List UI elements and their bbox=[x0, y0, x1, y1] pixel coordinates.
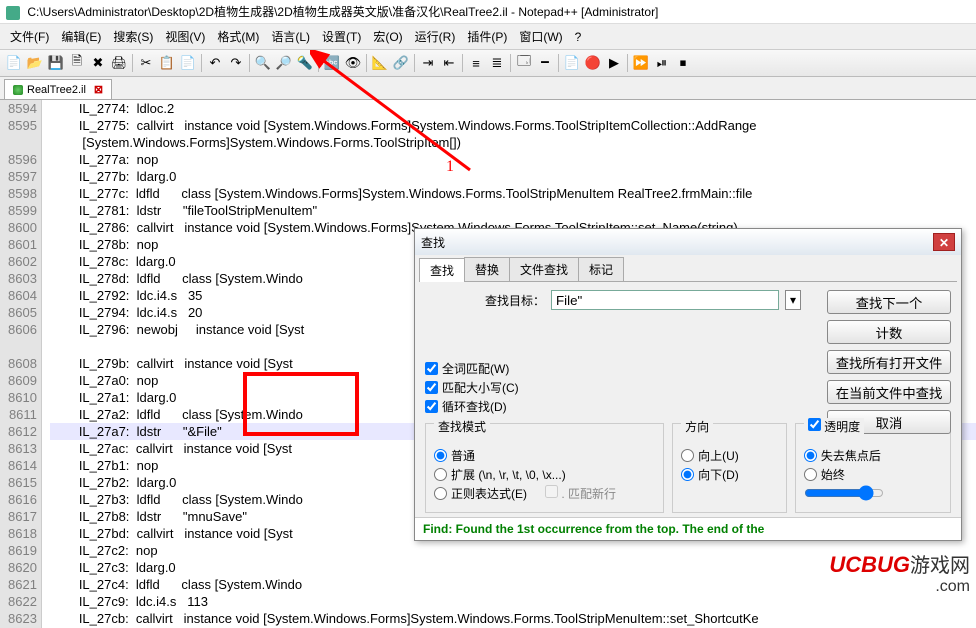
wrap-checkbox[interactable]: 循环查找(D) bbox=[425, 398, 801, 415]
tab-bar: RealTree2.il ⊠ bbox=[0, 77, 976, 100]
toolbar-button[interactable]: 🔴 bbox=[583, 53, 603, 73]
toolbar-button[interactable]: ⏩ bbox=[631, 53, 651, 73]
dir-down-radio[interactable]: 向下(D) bbox=[681, 466, 778, 483]
toolbar-button[interactable]: 📂 bbox=[25, 53, 45, 73]
file-tab[interactable]: RealTree2.il ⊠ bbox=[4, 79, 112, 99]
transparency-slider[interactable] bbox=[804, 485, 884, 501]
toolbar-button[interactable]: 📄 bbox=[178, 53, 198, 73]
file-icon bbox=[13, 85, 23, 95]
dir-up-radio[interactable]: 向上(U) bbox=[681, 447, 778, 464]
toolbar-button[interactable]: 🗕 bbox=[535, 53, 555, 73]
find-buttons: 查找下一个 计数 查找所有打开文件 在当前文件中查找 取消 bbox=[827, 290, 951, 434]
mode-normal-radio[interactable]: 普通 bbox=[434, 447, 655, 464]
find-dialog-titlebar[interactable]: 查找 ✕ bbox=[415, 229, 961, 255]
find-tab[interactable]: 替换 bbox=[464, 257, 510, 281]
toolbar-button[interactable]: ⇤ bbox=[439, 53, 459, 73]
find-body: 查找目标： ▾ 查找下一个 计数 查找所有打开文件 在当前文件中查找 取消 全词… bbox=[415, 282, 961, 517]
trans-lose-focus-radio[interactable]: 失去焦点后 bbox=[804, 447, 942, 464]
find-next-button[interactable]: 查找下一个 bbox=[827, 290, 951, 314]
toolbar-button[interactable]: ↶ bbox=[205, 53, 225, 73]
find-tab[interactable]: 标记 bbox=[578, 257, 624, 281]
menu-item[interactable]: 宏(O) bbox=[367, 26, 408, 47]
toolbar-button[interactable]: ⇥ bbox=[418, 53, 438, 73]
toolbar-button[interactable]: ✂ bbox=[136, 53, 156, 73]
find-all-current-button[interactable]: 在当前文件中查找 bbox=[827, 380, 951, 404]
toolbar-button[interactable]: 📋 bbox=[157, 53, 177, 73]
find-tabs: 查找替换文件查找标记 bbox=[419, 257, 957, 282]
menu-item[interactable]: 插件(P) bbox=[461, 26, 513, 47]
find-dialog: 查找 ✕ 查找替换文件查找标记 查找目标： ▾ 查找下一个 计数 查找所有打开文… bbox=[414, 228, 962, 541]
toolbar-button[interactable]: ▶ bbox=[604, 53, 624, 73]
match-case-checkbox[interactable]: 匹配大小写(C) bbox=[425, 379, 801, 396]
line-number-gutter: 85948595 8596859785988599860086018602860… bbox=[0, 100, 42, 628]
file-tab-name: RealTree2.il bbox=[27, 84, 86, 96]
menu-item[interactable]: ? bbox=[569, 28, 588, 46]
toolbar-button[interactable]: 🔦 bbox=[295, 53, 315, 73]
toolbar-button[interactable]: 📄 bbox=[4, 53, 24, 73]
mode-extended-radio[interactable]: 扩展 (\n, \r, \t, \0, \x...) bbox=[434, 466, 655, 483]
menu-item[interactable]: 视图(V) bbox=[159, 26, 211, 47]
toolbar-button[interactable]: 🖨 bbox=[109, 53, 129, 73]
window-title: C:\Users\Administrator\Desktop\2D植物生成器\2… bbox=[27, 5, 658, 19]
menu-item[interactable]: 语言(L) bbox=[265, 26, 316, 47]
mode-regex-radio[interactable]: 正则表达式(E) . 匹配新行 bbox=[434, 485, 655, 502]
whole-word-checkbox[interactable]: 全词匹配(W) bbox=[425, 360, 801, 377]
toolbar-button[interactable]: 🔤 bbox=[322, 53, 342, 73]
window-title-bar: C:\Users\Administrator\Desktop\2D植物生成器\2… bbox=[0, 0, 976, 24]
find-target-label: 查找目标： bbox=[485, 292, 545, 309]
menu-item[interactable]: 运行(R) bbox=[409, 26, 462, 47]
menu-item[interactable]: 文件(F) bbox=[4, 26, 55, 47]
menu-item[interactable]: 窗口(W) bbox=[513, 26, 568, 47]
menu-item[interactable]: 设置(T) bbox=[316, 26, 367, 47]
toolbar-button[interactable]: 💾 bbox=[46, 53, 66, 73]
direction-group: 方向 向上(U) 向下(D) bbox=[672, 423, 787, 513]
toolbar-button[interactable]: ✖ bbox=[88, 53, 108, 73]
find-dialog-title: 查找 bbox=[421, 234, 933, 251]
toolbar: 📄📂💾🗎✖🖨✂📋📄↶↷🔍🔎🔦🔤👁📐🔗⇥⇤≡≣🗔🗕📄🔴▶⏩⏯⏹ bbox=[0, 50, 976, 77]
trans-always-radio[interactable]: 始终 bbox=[804, 466, 942, 483]
toolbar-button[interactable]: ⏹ bbox=[673, 53, 693, 73]
toolbar-button[interactable]: 📄 bbox=[562, 53, 582, 73]
search-mode-group: 查找模式 普通 扩展 (\n, \r, \t, \0, \x...) 正则表达式… bbox=[425, 423, 664, 513]
find-status: Find: Found the 1st occurrence from the … bbox=[415, 517, 961, 540]
toolbar-button[interactable]: 📐 bbox=[370, 53, 390, 73]
toolbar-button[interactable]: ≣ bbox=[487, 53, 507, 73]
toolbar-button[interactable]: 👁 bbox=[343, 53, 363, 73]
close-icon[interactable]: ⊠ bbox=[94, 83, 103, 96]
toolbar-button[interactable]: 🔍 bbox=[253, 53, 273, 73]
count-button[interactable]: 计数 bbox=[827, 320, 951, 344]
find-target-input[interactable] bbox=[551, 290, 779, 310]
transparency-checkbox[interactable] bbox=[808, 418, 821, 431]
dropdown-icon[interactable]: ▾ bbox=[785, 290, 801, 310]
find-tab[interactable]: 查找 bbox=[419, 258, 465, 282]
toolbar-button[interactable]: ≡ bbox=[466, 53, 486, 73]
find-all-open-button[interactable]: 查找所有打开文件 bbox=[827, 350, 951, 374]
toolbar-button[interactable]: 🔎 bbox=[274, 53, 294, 73]
transparency-group: 透明度 失去焦点后 始终 bbox=[795, 423, 951, 513]
toolbar-button[interactable]: ⏯ bbox=[652, 53, 672, 73]
toolbar-button[interactable]: 🗎 bbox=[67, 53, 87, 73]
toolbar-button[interactable]: ↷ bbox=[226, 53, 246, 73]
find-tab[interactable]: 文件查找 bbox=[509, 257, 579, 281]
close-icon[interactable]: ✕ bbox=[933, 233, 955, 251]
menu-item[interactable]: 编辑(E) bbox=[55, 26, 107, 47]
menu-bar: 文件(F)编辑(E)搜索(S)视图(V)格式(M)语言(L)设置(T)宏(O)运… bbox=[0, 24, 976, 50]
app-icon bbox=[6, 6, 20, 20]
watermark: UCBUG游戏网 .com bbox=[829, 549, 970, 596]
menu-item[interactable]: 格式(M) bbox=[211, 26, 265, 47]
menu-item[interactable]: 搜索(S) bbox=[107, 26, 159, 47]
toolbar-button[interactable]: 🔗 bbox=[391, 53, 411, 73]
toolbar-button[interactable]: 🗔 bbox=[514, 53, 534, 73]
